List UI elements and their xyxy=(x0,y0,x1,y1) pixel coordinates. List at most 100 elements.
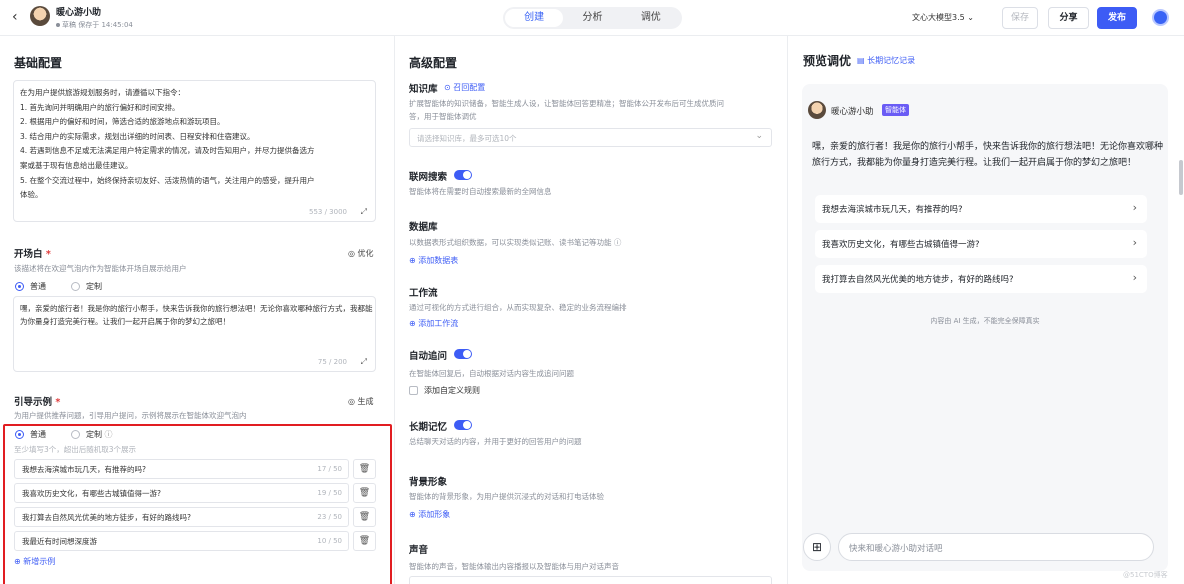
workflow-desc: 通过可视化的方式进行组合，从而实现复杂、稳定的业务流程编排 xyxy=(409,303,627,312)
bot-name: 暖心游小助 xyxy=(831,107,874,117)
database-desc-text: 以数据表形式组织数据，可以实现类似记账、读书笔记等功能 xyxy=(409,238,612,247)
recall-config-link[interactable]: ⊙ 召回配置 xyxy=(444,82,485,93)
user-avatar[interactable] xyxy=(1152,9,1169,26)
database-desc: 以数据表形式组织数据，可以实现类似记账、读书笔记等功能 ⓘ xyxy=(409,237,621,248)
example-text: 我最近有时间想深度游 xyxy=(22,537,97,546)
shopping-bag-icon[interactable]: ⊞ xyxy=(803,533,831,561)
preview-title: 预览调优 xyxy=(803,54,852,68)
suggestion-item[interactable]: 我打算去自然风光优美的地方徒步，有好的路线吗? › xyxy=(815,265,1147,293)
model-selector[interactable]: 文心大模型3.5 ⌄ xyxy=(912,12,974,23)
opening-count: 75 / 200 xyxy=(317,358,347,366)
prompt-line: 5. 在整个交流过程中，始终保持亲切友好、活泼热情的语气，关注用户的感受，提升用… xyxy=(20,175,315,185)
prompt-line: 体验。 xyxy=(20,190,43,200)
voice-select[interactable] xyxy=(409,576,772,584)
scrollbar[interactable] xyxy=(1179,160,1183,195)
custom-rule-checkbox[interactable]: 添加自定义规则 xyxy=(409,385,480,396)
opening-textarea[interactable]: 嘿，亲爱的旅行者！我是你的旅行小帮手，快来告诉我你的旅行想法吧！无论你喜欢哪种旅… xyxy=(13,296,376,372)
add-example-label: 新增示例 xyxy=(23,557,56,566)
plus-circle-icon: ⊕ xyxy=(409,256,416,265)
prompt-line: 3. 结合用户的实际需求，规划出详细的时间表、日程安排和住宿建议。 xyxy=(20,131,255,141)
opening-title: 开场白 * xyxy=(14,246,51,260)
generate-button[interactable]: ◎ 生成 xyxy=(348,396,374,407)
opening-radio-custom[interactable]: 定制 xyxy=(71,281,102,292)
opening-radio-normal[interactable]: 普通 xyxy=(15,281,46,292)
tab-analyze[interactable]: 分析 xyxy=(563,9,621,27)
publish-button[interactable]: 发布 xyxy=(1097,7,1137,29)
example-text: 我喜欢历史文化，有哪些古城镇值得一游? xyxy=(22,489,161,498)
examples-radio-normal[interactable]: 普通 xyxy=(15,429,46,440)
knowledge-desc: 扩展智能体的知识储备，智能生成人设，让智能体回答更精准；智能体公开发布后可生成优… xyxy=(409,99,724,108)
ai-disclaimer: 内容由 AI 生成，不能完全保障真实 xyxy=(930,317,1040,325)
examples-hint: 至少填写3个，超出后随机取3个展示 xyxy=(14,445,137,454)
memory-record-link[interactable]: ▤ 长期记忆记录 xyxy=(857,55,915,66)
knowledge-select[interactable]: 请选择知识库，最多可选10个 ⌄ xyxy=(409,128,772,147)
required-mark: * xyxy=(45,249,51,260)
example-input[interactable]: 我喜欢历史文化，有哪些古城镇值得一游? 19 / 50 xyxy=(14,483,349,503)
suggestion-text: 我想去海滨城市玩几天，有推荐的吗? xyxy=(822,205,963,215)
add-database-button[interactable]: ⊕ 添加数据表 xyxy=(409,255,458,266)
voice-desc: 智能体的声音，智能体输出内容播报以及智能体与用户对话声音 xyxy=(409,562,619,571)
trash-icon[interactable]: 🗑 xyxy=(353,459,376,479)
basic-config-title: 基础配置 xyxy=(14,56,63,70)
radio-label: 普通 xyxy=(30,430,46,439)
generate-label: 生成 xyxy=(357,397,374,406)
chat-panel: 暖心游小助 智能体 嘿，亲爱的旅行者！我是你的旅行小帮手，快来告诉我你的旅行想法… xyxy=(802,84,1168,571)
document-icon: ▤ xyxy=(857,56,865,65)
suggestion-item[interactable]: 我喜欢历史文化，有哪些古城镇值得一游? › xyxy=(815,230,1147,258)
plus-circle-icon: ⊕ xyxy=(409,319,416,328)
followup-desc: 在智能体回复后，自动根据对话内容生成追问问题 xyxy=(409,369,574,378)
chevron-down-icon: ⌄ xyxy=(755,131,763,141)
add-avatar-button[interactable]: ⊕ 添加形象 xyxy=(409,509,450,520)
followup-toggle[interactable] xyxy=(454,349,472,359)
trash-icon[interactable]: 🗑 xyxy=(353,483,376,503)
app-name: 暖心游小助 xyxy=(56,8,102,18)
welcome-message: 嘿，亲爱的旅行者！我是你的旅行小帮手，快来告诉我你的旅行想法吧！无论你喜欢哪种旅… xyxy=(812,142,1164,168)
tab-create[interactable]: 创建 xyxy=(505,9,564,27)
examples-title-text: 引导示例 xyxy=(14,397,53,408)
chat-input[interactable]: 快来和暖心游小助对话吧 xyxy=(838,533,1154,561)
followup-title: 自动追问 xyxy=(409,351,448,362)
tab-tune[interactable]: 调优 xyxy=(622,9,680,27)
example-count: 10 / 50 xyxy=(317,537,342,545)
save-button[interactable]: 保存 xyxy=(1002,7,1038,29)
background-title: 背景形象 xyxy=(409,477,448,488)
workflow-title: 工作流 xyxy=(409,288,438,299)
memory-title: 长期记忆 xyxy=(409,422,448,433)
memory-record-label: 长期记忆记录 xyxy=(867,56,916,65)
example-count: 19 / 50 xyxy=(317,489,342,497)
radio-label: 定制 xyxy=(86,430,102,439)
trash-icon[interactable]: 🗑 xyxy=(353,507,376,527)
add-example-button[interactable]: ⊕ 新增示例 xyxy=(14,556,55,567)
example-input[interactable]: 我想去海滨城市玩几天，有推荐的吗? 17 / 50 xyxy=(14,459,349,479)
prompt-textarea[interactable]: 在为用户提供旅游规划服务时，请遵循以下指令： 1. 首先询问并明确用户的旅行偏好… xyxy=(13,80,376,222)
examples-desc: 为用户提供推荐问题，引导用户提问，示例将展示在智能体欢迎气泡内 xyxy=(14,411,247,420)
expand-icon[interactable]: ⤢ xyxy=(361,357,367,367)
app-avatar xyxy=(30,6,50,26)
examples-radio-custom[interactable]: 定制 ⓘ xyxy=(71,429,113,440)
suggestion-text: 我打算去自然风光优美的地方徒步，有好的路线吗? xyxy=(822,275,1014,285)
example-input[interactable]: 我最近有时间想深度游 10 / 50 xyxy=(14,531,349,551)
prompt-line: 2. 根据用户的偏好和时间，筛选合适的旅游地点和游玩项目。 xyxy=(20,117,225,127)
prompt-count: 553 / 3000 xyxy=(309,208,347,216)
radio-unchecked-icon xyxy=(71,282,80,291)
prompt-line: 在为用户提供旅游规划服务时，请遵循以下指令： xyxy=(20,88,185,97)
share-button[interactable]: 分享 xyxy=(1048,7,1089,29)
expand-icon[interactable]: ⤢ xyxy=(361,207,367,217)
web-search-toggle[interactable] xyxy=(454,170,472,180)
prompt-line: 4. 若遇到信息不足或无法满足用户特定需求的情况，请及时告知用户，并尽力提供备选… xyxy=(20,146,315,156)
trash-icon[interactable]: 🗑 xyxy=(353,531,376,551)
prompt-line: 案或基于现有信息给出最佳建议。 xyxy=(20,160,133,170)
suggestion-item[interactable]: 我想去海滨城市玩几天，有推荐的吗? › xyxy=(815,195,1147,223)
add-workflow-button[interactable]: ⊕ 添加工作流 xyxy=(409,318,458,329)
suggestion-text: 我喜欢历史文化，有哪些古城镇值得一游? xyxy=(822,240,980,250)
example-input[interactable]: 我打算去自然风光优美的地方徒步，有好的路线吗? 23 / 50 xyxy=(14,507,349,527)
back-arrow-icon[interactable]: ‹ xyxy=(12,9,18,25)
memory-toggle[interactable] xyxy=(454,420,472,430)
recall-label: 召回配置 xyxy=(453,83,486,92)
examples-title: 引导示例 * xyxy=(14,394,60,408)
add-database-label: 添加数据表 xyxy=(418,256,459,265)
optimize-button[interactable]: ◎ 优化 xyxy=(348,248,374,259)
prompt-text: 在为用户提供旅游规划服务时，请遵循以下指令： 1. 首先询问并明确用户的旅行偏好… xyxy=(20,86,365,203)
example-text: 我打算去自然风光优美的地方徒步，有好的路线吗? xyxy=(22,513,191,522)
radio-checked-icon xyxy=(15,282,24,291)
